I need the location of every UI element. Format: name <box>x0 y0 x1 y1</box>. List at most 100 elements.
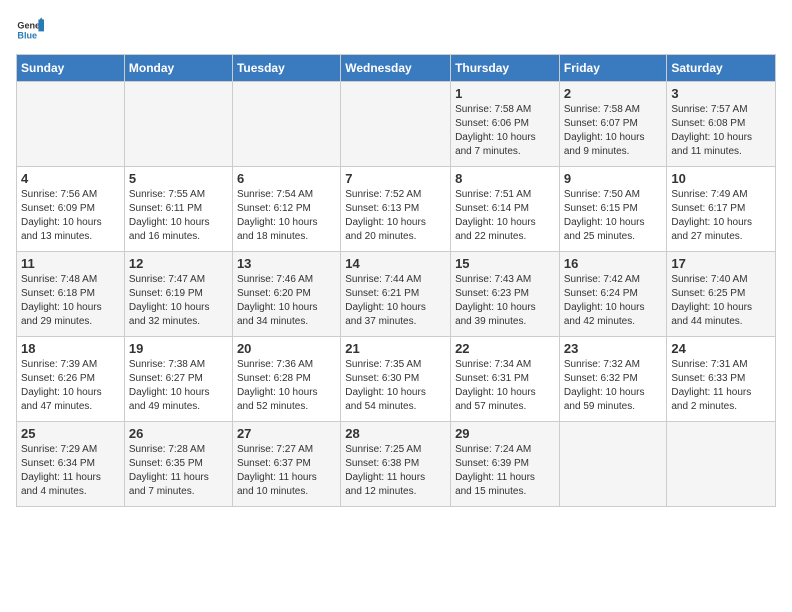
day-number: 14 <box>345 256 446 271</box>
calendar-cell: 24Sunrise: 7:31 AM Sunset: 6:33 PM Dayli… <box>667 337 776 422</box>
day-info: Sunrise: 7:31 AM Sunset: 6:33 PM Dayligh… <box>671 358 771 414</box>
day-number: 25 <box>21 426 120 441</box>
day-number: 13 <box>237 256 336 271</box>
day-info: Sunrise: 7:43 AM Sunset: 6:23 PM Dayligh… <box>455 273 555 329</box>
day-info: Sunrise: 7:48 AM Sunset: 6:18 PM Dayligh… <box>21 273 120 329</box>
calendar-cell: 11 Sunrise: 7:48 AM Sunset: 6:18 PM Dayli… <box>17 252 125 337</box>
day-info: Sunrise: 7:35 AM Sunset: 6:30 PM Dayligh… <box>345 358 446 414</box>
day-number: 17 <box>671 256 771 271</box>
calendar-cell <box>232 82 340 167</box>
calendar-cell: 10Sunrise: 7:49 AM Sunset: 6:17 PM Dayli… <box>667 167 776 252</box>
calendar-cell <box>559 422 667 507</box>
day-number: 9 <box>564 171 663 186</box>
calendar-row-2: 11 Sunrise: 7:48 AM Sunset: 6:18 PM Dayli… <box>17 252 776 337</box>
day-number: 15 <box>455 256 555 271</box>
day-number: 22 <box>455 341 555 356</box>
day-number: 29 <box>455 426 555 441</box>
day-info: Sunrise: 7:24 AM Sunset: 6:39 PM Dayligh… <box>455 443 555 499</box>
calendar-cell: 18Sunrise: 7:39 AM Sunset: 6:26 PM Dayli… <box>17 337 125 422</box>
calendar-header: SundayMondayTuesdayWednesdayThursdayFrid… <box>17 55 776 82</box>
day-number: 21 <box>345 341 446 356</box>
day-info: Sunrise: 7:40 AM Sunset: 6:25 PM Dayligh… <box>671 273 771 329</box>
calendar-cell: 27 Sunrise: 7:27 AM Sunset: 6:37 PM Dayli… <box>232 422 340 507</box>
day-info: Sunrise: 7:36 AM Sunset: 6:28 PM Dayligh… <box>237 358 336 414</box>
day-number: 4 <box>21 171 120 186</box>
day-number: 1 <box>455 86 555 101</box>
day-info: Sunrise: 7:32 AM Sunset: 6:32 PM Dayligh… <box>564 358 663 414</box>
day-number: 19 <box>129 341 228 356</box>
day-info: Sunrise: 7:58 AM Sunset: 6:06 PM Dayligh… <box>455 103 555 159</box>
day-info: Sunrise: 7:42 AM Sunset: 6:24 PM Dayligh… <box>564 273 663 329</box>
day-number: 28 <box>345 426 446 441</box>
calendar-cell: 5 Sunrise: 7:55 AM Sunset: 6:11 PM Daylig… <box>124 167 232 252</box>
day-number: 8 <box>455 171 555 186</box>
day-number: 5 <box>129 171 228 186</box>
day-number: 3 <box>671 86 771 101</box>
weekday-header-monday: Monday <box>124 55 232 82</box>
calendar-cell: 17 Sunrise: 7:40 AM Sunset: 6:25 PM Dayli… <box>667 252 776 337</box>
calendar-cell: 4 Sunrise: 7:56 AM Sunset: 6:09 PM Daylig… <box>17 167 125 252</box>
calendar-cell: 8 Sunrise: 7:51 AM Sunset: 6:14 PM Daylig… <box>451 167 560 252</box>
calendar-row-3: 18Sunrise: 7:39 AM Sunset: 6:26 PM Dayli… <box>17 337 776 422</box>
day-number: 6 <box>237 171 336 186</box>
weekday-header-sunday: Sunday <box>17 55 125 82</box>
logo: General Blue <box>16 16 52 44</box>
calendar-row-1: 4 Sunrise: 7:56 AM Sunset: 6:09 PM Daylig… <box>17 167 776 252</box>
day-number: 12 <box>129 256 228 271</box>
day-info: Sunrise: 7:46 AM Sunset: 6:20 PM Dayligh… <box>237 273 336 329</box>
day-info: Sunrise: 7:55 AM Sunset: 6:11 PM Dayligh… <box>129 188 228 244</box>
calendar-cell <box>667 422 776 507</box>
day-info: Sunrise: 7:58 AM Sunset: 6:07 PM Dayligh… <box>564 103 663 159</box>
calendar-cell: 19Sunrise: 7:38 AM Sunset: 6:27 PM Dayli… <box>124 337 232 422</box>
calendar-cell: 7 Sunrise: 7:52 AM Sunset: 6:13 PM Daylig… <box>341 167 451 252</box>
day-number: 18 <box>21 341 120 356</box>
calendar-cell: 26 Sunrise: 7:28 AM Sunset: 6:35 PM Dayli… <box>124 422 232 507</box>
calendar-table: SundayMondayTuesdayWednesdayThursdayFrid… <box>16 54 776 507</box>
calendar-row-0: 1 Sunrise: 7:58 AM Sunset: 6:06 PM Daylig… <box>17 82 776 167</box>
day-info: Sunrise: 7:29 AM Sunset: 6:34 PM Dayligh… <box>21 443 120 499</box>
day-info: Sunrise: 7:47 AM Sunset: 6:19 PM Dayligh… <box>129 273 228 329</box>
day-info: Sunrise: 7:51 AM Sunset: 6:14 PM Dayligh… <box>455 188 555 244</box>
day-info: Sunrise: 7:28 AM Sunset: 6:35 PM Dayligh… <box>129 443 228 499</box>
calendar-cell: 28 Sunrise: 7:25 AM Sunset: 6:38 PM Dayli… <box>341 422 451 507</box>
day-info: Sunrise: 7:52 AM Sunset: 6:13 PM Dayligh… <box>345 188 446 244</box>
calendar-cell: 23 Sunrise: 7:32 AM Sunset: 6:32 PM Dayli… <box>559 337 667 422</box>
calendar-cell: 29 Sunrise: 7:24 AM Sunset: 6:39 PM Dayli… <box>451 422 560 507</box>
calendar-cell: 6Sunrise: 7:54 AM Sunset: 6:12 PM Daylig… <box>232 167 340 252</box>
weekday-header-saturday: Saturday <box>667 55 776 82</box>
day-info: Sunrise: 7:56 AM Sunset: 6:09 PM Dayligh… <box>21 188 120 244</box>
weekday-header-tuesday: Tuesday <box>232 55 340 82</box>
calendar-cell: 16 Sunrise: 7:42 AM Sunset: 6:24 PM Dayli… <box>559 252 667 337</box>
day-info: Sunrise: 7:34 AM Sunset: 6:31 PM Dayligh… <box>455 358 555 414</box>
weekday-header-row: SundayMondayTuesdayWednesdayThursdayFrid… <box>17 55 776 82</box>
calendar-cell: 14 Sunrise: 7:44 AM Sunset: 6:21 PM Dayli… <box>341 252 451 337</box>
day-number: 2 <box>564 86 663 101</box>
day-number: 10 <box>671 171 771 186</box>
calendar-cell: 25 Sunrise: 7:29 AM Sunset: 6:34 PM Dayli… <box>17 422 125 507</box>
weekday-header-thursday: Thursday <box>451 55 560 82</box>
weekday-header-friday: Friday <box>559 55 667 82</box>
calendar-cell: 2 Sunrise: 7:58 AM Sunset: 6:07 PM Daylig… <box>559 82 667 167</box>
day-number: 23 <box>564 341 663 356</box>
day-info: Sunrise: 7:25 AM Sunset: 6:38 PM Dayligh… <box>345 443 446 499</box>
calendar-cell: 20 Sunrise: 7:36 AM Sunset: 6:28 PM Dayli… <box>232 337 340 422</box>
calendar-cell <box>124 82 232 167</box>
day-number: 11 <box>21 256 120 271</box>
logo-icon: General Blue <box>16 16 44 44</box>
day-number: 27 <box>237 426 336 441</box>
calendar-body: 1 Sunrise: 7:58 AM Sunset: 6:06 PM Daylig… <box>17 82 776 507</box>
weekday-header-wednesday: Wednesday <box>341 55 451 82</box>
day-info: Sunrise: 7:44 AM Sunset: 6:21 PM Dayligh… <box>345 273 446 329</box>
day-info: Sunrise: 7:27 AM Sunset: 6:37 PM Dayligh… <box>237 443 336 499</box>
day-number: 20 <box>237 341 336 356</box>
day-number: 26 <box>129 426 228 441</box>
calendar-cell: 9 Sunrise: 7:50 AM Sunset: 6:15 PM Daylig… <box>559 167 667 252</box>
calendar-cell: 13 Sunrise: 7:46 AM Sunset: 6:20 PM Dayli… <box>232 252 340 337</box>
svg-text:Blue: Blue <box>17 30 37 40</box>
header: General Blue <box>16 16 776 44</box>
calendar-cell: 15 Sunrise: 7:43 AM Sunset: 6:23 PM Dayli… <box>451 252 560 337</box>
day-info: Sunrise: 7:50 AM Sunset: 6:15 PM Dayligh… <box>564 188 663 244</box>
calendar-row-4: 25 Sunrise: 7:29 AM Sunset: 6:34 PM Dayli… <box>17 422 776 507</box>
day-number: 16 <box>564 256 663 271</box>
day-number: 7 <box>345 171 446 186</box>
